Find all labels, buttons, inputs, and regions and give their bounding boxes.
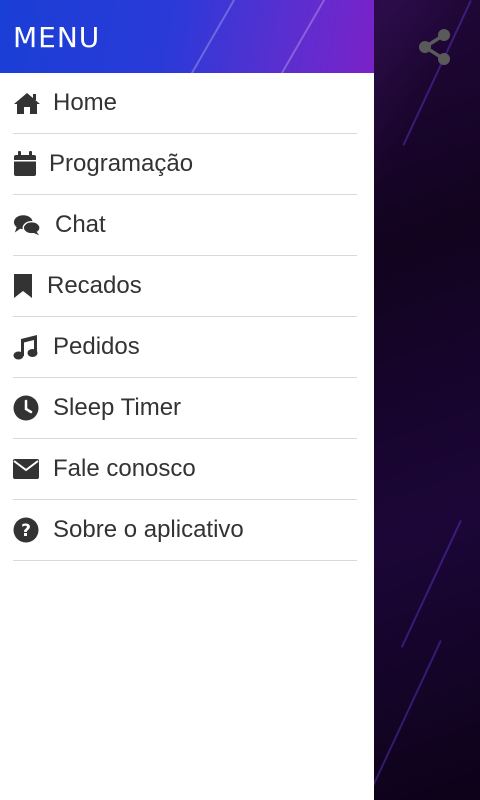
menu-label-programacao: Programação — [49, 150, 194, 177]
menu-item-sobre[interactable]: ? Sobre o aplicativo — [13, 500, 357, 561]
menu-label-home: Home — [53, 89, 118, 116]
question-circle-icon: ? — [13, 516, 41, 544]
home-icon — [13, 89, 41, 117]
menu-list: Home Programação Chat Recados Pedidos Sl… — [0, 73, 374, 561]
menu-label-recados: Recados — [47, 272, 142, 299]
menu-item-home[interactable]: Home — [13, 73, 357, 134]
envelope-icon — [13, 455, 41, 483]
menu-label-pedidos: Pedidos — [53, 333, 140, 360]
menu-item-recados[interactable]: Recados — [13, 256, 357, 317]
share-button[interactable] — [414, 26, 456, 68]
share-icon — [419, 29, 450, 65]
chat-icon — [13, 211, 41, 239]
menu-label-sleep-timer: Sleep Timer — [53, 394, 182, 421]
clock-icon — [13, 394, 41, 422]
menu-item-sleep-timer[interactable]: Sleep Timer — [13, 378, 357, 439]
menu-label-sobre: Sobre o aplicativo — [53, 516, 244, 543]
music-icon — [13, 333, 41, 361]
menu-item-chat[interactable]: Chat — [13, 195, 357, 256]
svg-text:?: ? — [21, 521, 31, 541]
menu-item-programacao[interactable]: Programação — [13, 134, 357, 195]
navigation-drawer: MENU Home Programação Chat Recados Pedid… — [0, 0, 374, 800]
drawer-header: MENU — [0, 0, 374, 73]
drawer-title: MENU — [13, 21, 101, 54]
menu-label-fale-conosco: Fale conosco — [53, 455, 196, 482]
menu-item-pedidos[interactable]: Pedidos — [13, 317, 357, 378]
menu-item-fale-conosco[interactable]: Fale conosco — [13, 439, 357, 500]
menu-label-chat: Chat — [55, 211, 106, 238]
calendar-icon — [13, 150, 41, 178]
bookmark-icon — [13, 272, 41, 300]
